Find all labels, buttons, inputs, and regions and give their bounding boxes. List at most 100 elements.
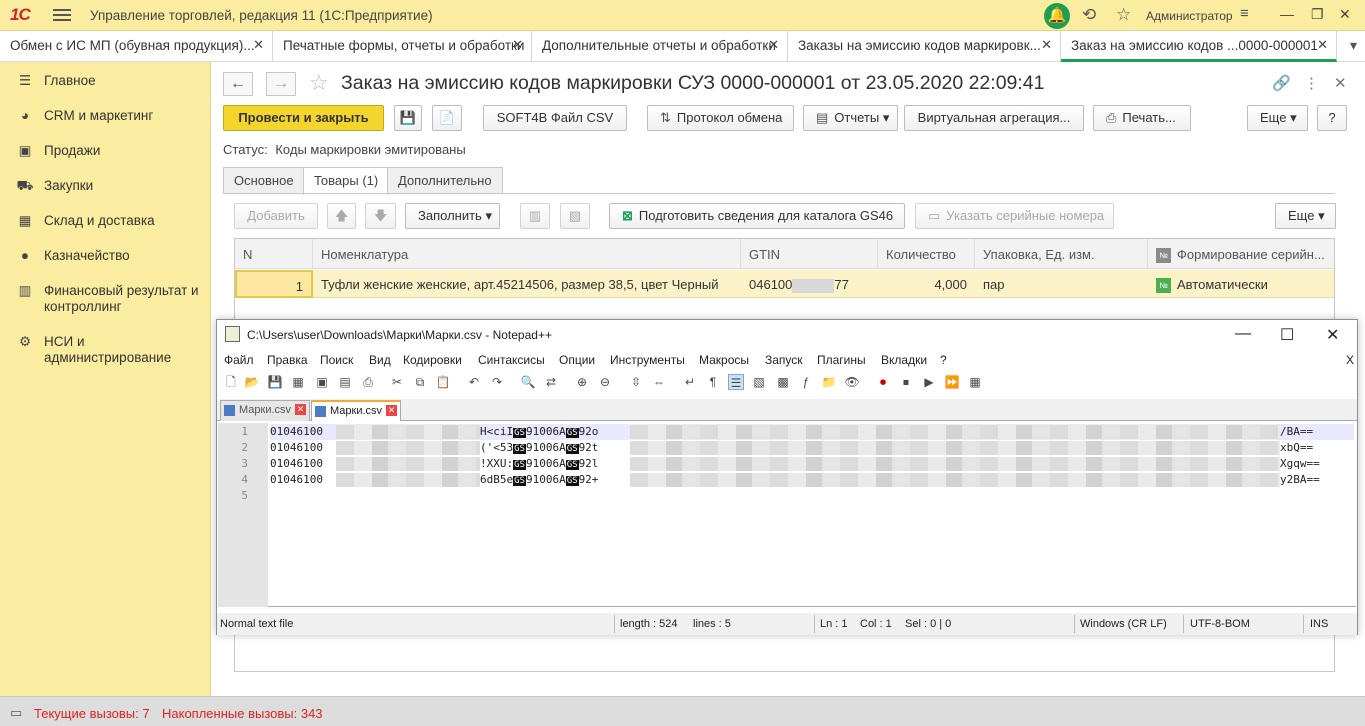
col-header-n[interactable]: N xyxy=(235,239,313,269)
save-macro-icon[interactable]: ▦ xyxy=(967,374,983,390)
more-vertical-icon[interactable]: ⋮ xyxy=(1304,74,1319,92)
save-button[interactable]: 💾 xyxy=(394,105,422,131)
close-doc-icon[interactable]: ✕ xyxy=(295,404,307,415)
tab-main[interactable]: Основное xyxy=(223,167,305,194)
link-icon[interactable]: 🔗 xyxy=(1272,74,1291,92)
barcode-scan-button[interactable]: ▥ xyxy=(520,203,550,229)
npp-menu-encoding[interactable]: Кодировки xyxy=(403,353,462,367)
sidebar-item-admin[interactable]: ⚙ НСИ и администрирование xyxy=(16,334,206,366)
post-and-close-button[interactable]: Провести и закрыть xyxy=(223,105,384,131)
npp-menu-search[interactable]: Поиск xyxy=(320,353,353,367)
open-file-icon[interactable]: 📂 xyxy=(244,374,260,390)
notepadpp-editor[interactable]: 1 2 3 4 5 01046100 H<ciIGS91006AGS92o /B… xyxy=(218,423,1356,607)
npp-close-icon[interactable]: ✕ xyxy=(1326,325,1339,345)
save-icon[interactable]: 💾 xyxy=(267,374,283,390)
virtual-aggregation-button[interactable]: Виртуальная агрегация... xyxy=(904,105,1084,131)
tab-goods[interactable]: Товары (1) xyxy=(303,167,390,195)
sidebar-item-treasury[interactable]: ● Казначейство xyxy=(16,248,130,264)
open-tab[interactable]: Обмен с ИС МП (обувная продукция)... ✕ xyxy=(0,31,273,62)
user-name[interactable]: Администратор xyxy=(1146,9,1233,23)
fill-button[interactable]: Заполнить ▾ xyxy=(405,203,500,229)
close-all-icon[interactable]: ▤ xyxy=(337,374,353,390)
lang-icon[interactable]: ▧ xyxy=(751,374,767,390)
copy-icon[interactable]: ⧉ xyxy=(412,374,428,390)
more-button[interactable]: Еще ▾ xyxy=(1247,105,1308,131)
doc-tab-active[interactable]: Марки.csv ✕ xyxy=(311,400,402,421)
sidebar-item-warehouse[interactable]: ▦ Склад и доставка xyxy=(16,213,155,229)
find-icon[interactable]: 🔍 xyxy=(520,374,536,390)
npp-minimize-icon[interactable]: — xyxy=(1235,325,1251,343)
zoom-in-icon[interactable]: ⊕ xyxy=(574,374,590,390)
npp-menu-file[interactable]: Файл xyxy=(224,353,254,367)
close-tab-icon[interactable]: ✕ xyxy=(512,37,523,53)
settings-menu-icon[interactable]: ≡ xyxy=(1240,5,1249,22)
tab-additional[interactable]: Дополнительно xyxy=(387,167,503,194)
doc-tab[interactable]: Марки.csv ✕ xyxy=(220,400,311,421)
new-file-icon[interactable]: 🗋 xyxy=(223,374,239,390)
monitoring-icon[interactable]: 👁 xyxy=(844,374,860,390)
close-tab-icon[interactable]: ✕ xyxy=(768,37,779,53)
sidebar-item-crm[interactable]: ◕ CRM и маркетинг xyxy=(16,108,153,124)
replace-icon[interactable]: ⇄ xyxy=(543,374,559,390)
open-tab[interactable]: Дополнительные отчеты и обработки ✕ xyxy=(532,31,788,62)
indent-guide-icon[interactable]: ☰ xyxy=(728,374,744,390)
close-app-icon[interactable]: ✕ xyxy=(1339,6,1351,23)
npp-menu-run[interactable]: Запуск xyxy=(765,353,803,367)
col-header-qty[interactable]: Количество xyxy=(878,239,975,269)
close-file-icon[interactable]: ▣ xyxy=(314,374,330,390)
monitor-icon[interactable]: ▭ xyxy=(10,705,22,721)
npp-menu-window[interactable]: Вкладки xyxy=(881,353,927,367)
open-tab[interactable]: Печатные формы, отчеты и обработки ✕ xyxy=(273,31,532,62)
status-eol[interactable]: Windows (CR LF) xyxy=(1080,618,1167,630)
doc-map-icon[interactable]: ▩ xyxy=(775,374,791,390)
exchange-protocol-button[interactable]: ⇅ Протокол обмена xyxy=(647,105,794,131)
sidebar-item-purchases[interactable]: ⛟ Закупки xyxy=(16,178,94,196)
record-macro-icon[interactable]: ⏺ xyxy=(875,374,891,390)
move-up-button[interactable]: 🡅 xyxy=(327,203,356,229)
print-button[interactable]: ⎙ Печать... xyxy=(1093,105,1191,131)
redo-icon[interactable]: ↷ xyxy=(489,374,505,390)
sidebar-item-finance[interactable]: ▥ Финансовый результат и контроллинг xyxy=(16,283,206,315)
word-wrap-icon[interactable]: ↵ xyxy=(682,374,698,390)
cell-unit[interactable]: пар xyxy=(975,270,1148,298)
paste-icon[interactable]: 📋 xyxy=(435,374,451,390)
favorites-star-icon[interactable]: ☆ xyxy=(1116,5,1131,25)
back-button[interactable]: ← xyxy=(223,72,253,96)
open-tab[interactable]: Заказы на эмиссию кодов маркировк... ✕ xyxy=(788,31,1061,62)
cell-n[interactable]: 1 xyxy=(235,270,313,298)
serial-numbers-button[interactable]: ▭ Указать серийные номера xyxy=(915,203,1114,229)
npp-menu-syntax[interactable]: Синтаксисы xyxy=(478,353,545,367)
add-row-button[interactable]: Добавить xyxy=(234,203,318,229)
function-list-icon[interactable]: ƒ xyxy=(798,374,814,390)
folder-workspace-icon[interactable]: 📁 xyxy=(821,374,837,390)
show-all-chars-icon[interactable]: ¶ xyxy=(705,374,721,390)
npp-menu-close-doc[interactable]: X xyxy=(1346,353,1354,367)
status-insert-mode[interactable]: INS xyxy=(1310,618,1328,630)
forward-button[interactable]: → xyxy=(266,72,296,96)
sidebar-item-main[interactable]: ☰ Главное xyxy=(16,73,96,89)
close-doc-icon[interactable]: ✕ xyxy=(386,405,398,416)
notifications-bell-icon[interactable]: 🔔 xyxy=(1044,3,1070,29)
reports-button[interactable]: ▤ Отчеты ▾ xyxy=(803,105,898,131)
move-down-button[interactable]: 🡇 xyxy=(365,203,396,229)
close-form-icon[interactable]: ✕ xyxy=(1334,74,1347,92)
barcode-search-button[interactable]: ▧ xyxy=(560,203,590,229)
cut-icon[interactable]: ✂ xyxy=(389,374,405,390)
help-button[interactable]: ? xyxy=(1317,105,1347,131)
col-header-serial[interactable]: № Формирование серийн... xyxy=(1148,239,1334,269)
goods-more-button[interactable]: Еще ▾ xyxy=(1275,203,1336,229)
favorite-star-icon[interactable]: ☆ xyxy=(309,70,329,96)
zoom-out-icon[interactable]: ⊖ xyxy=(597,374,613,390)
main-menu-icon[interactable] xyxy=(53,6,71,24)
print-icon[interactable]: ⎙ xyxy=(360,374,376,390)
npp-maximize-icon[interactable]: ☐ xyxy=(1280,325,1294,345)
npp-menu-view[interactable]: Вид xyxy=(369,353,391,367)
prepare-gs46-button[interactable]: ⊠ Подготовить сведения для каталога GS46 xyxy=(609,203,905,229)
npp-menu-macros[interactable]: Макросы xyxy=(699,353,749,367)
cell-serial-mode[interactable]: № Автоматически xyxy=(1148,270,1334,298)
npp-menu-plugins[interactable]: Плагины xyxy=(817,353,866,367)
stop-macro-icon[interactable]: ⏹ xyxy=(898,374,914,390)
tabs-list-icon[interactable]: ▾ xyxy=(1350,37,1357,54)
open-tab-active[interactable]: Заказ на эмиссию кодов ...0000-000001 ✕ xyxy=(1061,31,1337,62)
restore-icon[interactable]: ❐ xyxy=(1311,6,1324,23)
